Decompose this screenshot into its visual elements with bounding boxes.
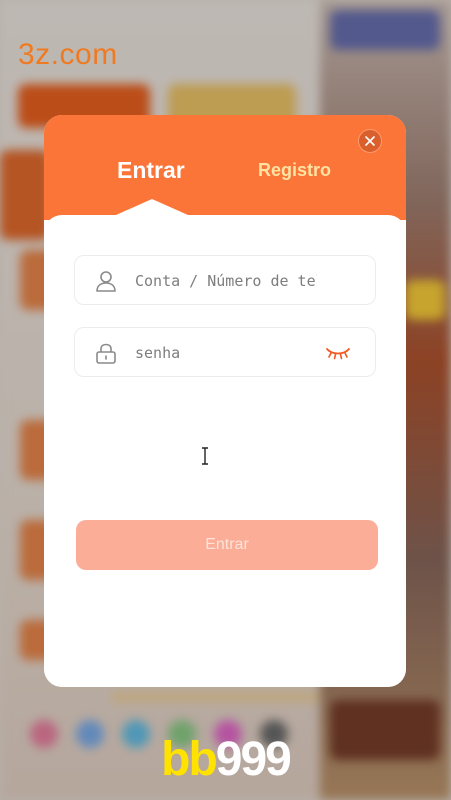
password-field[interactable] [74,327,376,377]
account-input[interactable] [135,269,317,293]
site-watermark: 3z.com [18,38,118,71]
brand-logo-part1: bb [161,733,218,786]
brand-logo: bb999 [0,732,451,787]
account-field[interactable] [74,255,376,305]
active-tab-pointer [116,199,188,215]
lock-icon [93,340,119,366]
tab-register[interactable]: Registro [258,160,331,181]
login-form: Entrar [44,215,406,687]
login-submit-button[interactable]: Entrar [76,520,378,570]
modal-header: Entrar Registro [44,115,406,220]
eye-closed-icon[interactable] [325,344,351,362]
close-button[interactable] [358,129,382,153]
text-cursor-icon [200,447,210,465]
brand-logo-part2: 999 [215,733,292,786]
user-icon [93,268,119,294]
screen: 3z.com Entrar Registro Conta / Número de… [0,0,451,800]
login-modal: Entrar Registro Conta / Número de telefo… [44,115,406,687]
close-icon [364,135,376,147]
tab-login[interactable]: Entrar [117,157,185,184]
password-input[interactable] [135,341,317,365]
